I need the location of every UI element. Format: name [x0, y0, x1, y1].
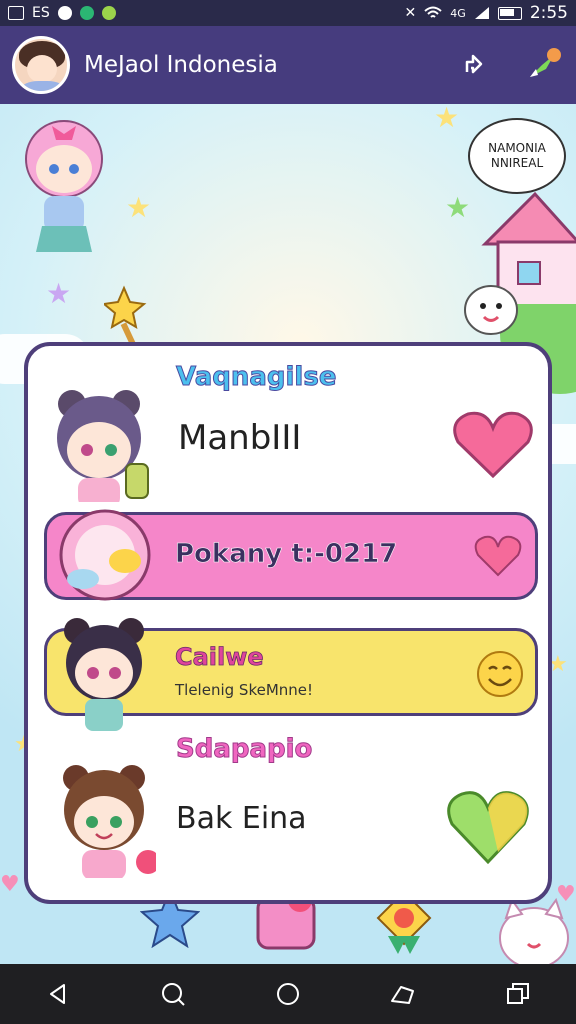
chibi-pink-hair-character: [25, 120, 103, 252]
system-nav-bar: [0, 964, 576, 1024]
battery-icon: [497, 6, 522, 20]
shield-icon: [57, 6, 72, 20]
wifi-icon: [424, 6, 442, 18]
heart-icon[interactable]: [448, 404, 538, 484]
star-icon: ★: [126, 191, 152, 224]
section-heading-3: Sdapapio: [175, 734, 313, 765]
avatar[interactable]: [12, 36, 70, 94]
status-text: ES: [32, 5, 50, 21]
recents-icon[interactable]: [496, 972, 540, 1016]
speech-bubble: NAMONIA NNIREAL: [468, 118, 566, 194]
gift-badge-icon: [59, 509, 151, 601]
signal-text: 4G: [450, 6, 466, 20]
app-bar-actions: [454, 45, 564, 85]
signal-icon: [474, 7, 489, 19]
clock: 2:55: [529, 3, 568, 23]
yellow-list-row[interactable]: Cailwe Tlelenig SkeMnne!: [44, 618, 538, 731]
heart-icon[interactable]: [473, 533, 523, 579]
chibi-dark-hair-character: [64, 618, 144, 731]
chibi-brown-hair-character: [63, 765, 156, 878]
pet-mascot: [464, 285, 518, 335]
app-bar: MeJaol Indonesia: [0, 26, 576, 104]
status-right: ✕ 4G 2:55: [405, 3, 568, 23]
pink-list-row[interactable]: Pokany t:-0217: [44, 509, 538, 601]
app-icon-2: [101, 6, 116, 20]
yellow-row-subtitle: Tlelenig SkeMnne!: [175, 681, 314, 699]
section-name-3: Bak Eina: [176, 801, 307, 836]
share-icon[interactable]: [454, 45, 494, 85]
pink-row-label: Pokany t:-0217: [175, 539, 398, 570]
notification-icon: [8, 6, 24, 20]
section-heading-1: Vaqnagilse: [175, 362, 337, 393]
profile-card: Vaqnagilse ManbIII Pokany t:-0217 Cailwe…: [24, 342, 552, 904]
chibi-purple-hair-character: [57, 390, 149, 502]
star-icon: ★: [46, 277, 72, 310]
rocket-icon[interactable]: [524, 45, 564, 85]
smiley-icon[interactable]: [475, 649, 525, 699]
vibrate-icon: ✕: [404, 5, 417, 21]
heart-icon: ♥: [0, 872, 20, 897]
app-icon: [79, 6, 94, 20]
star-icon: ★: [445, 191, 471, 224]
home-icon[interactable]: [266, 972, 310, 1016]
yellow-row-title: Cailwe: [175, 643, 265, 672]
back-icon[interactable]: [36, 972, 80, 1016]
search-icon[interactable]: [151, 972, 195, 1016]
section-name-1: ManbIII: [178, 418, 302, 458]
speech-bubble-line1: NAMONIA: [488, 141, 546, 155]
star-icon: ★: [434, 104, 460, 134]
app-title: MeJaol Indonesia: [84, 52, 278, 78]
share-icon[interactable]: [381, 972, 425, 1016]
heart-icon[interactable]: [438, 766, 538, 876]
status-left: ES: [8, 5, 116, 21]
speech-bubble-line2: NNIREAL: [490, 156, 544, 170]
status-bar: ES ✕ 4G 2:55: [0, 0, 576, 26]
